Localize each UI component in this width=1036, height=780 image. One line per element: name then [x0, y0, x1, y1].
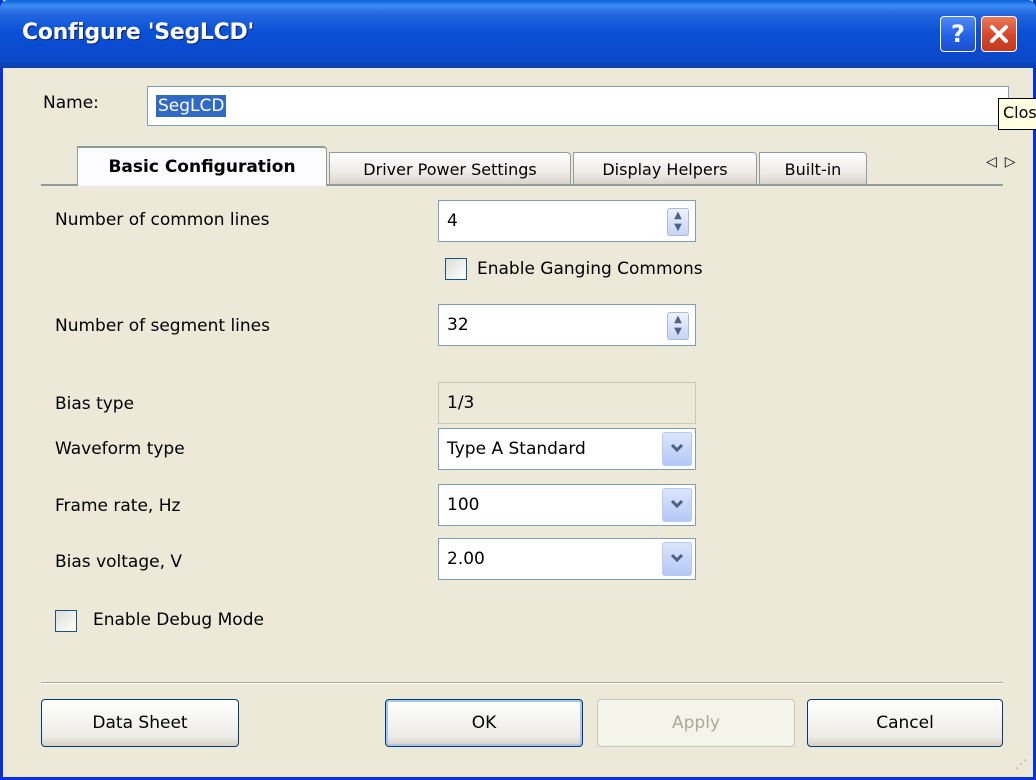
close-icon: [990, 25, 1008, 43]
name-input-value: SegLCD: [156, 95, 227, 117]
waveform-type-label: Waveform type: [55, 439, 185, 459]
waveform-type-value: Type A Standard: [447, 439, 586, 459]
chevron-down-icon[interactable]: [662, 542, 692, 576]
tab-driver-power-settings[interactable]: Driver Power Settings: [329, 152, 571, 186]
chevron-down-icon[interactable]: [662, 432, 692, 466]
tab-scroll-right-icon[interactable]: ▷: [1005, 154, 1024, 170]
name-input[interactable]: SegLCD: [147, 86, 1009, 126]
help-button[interactable]: ?: [940, 16, 976, 52]
apply-button[interactable]: Apply: [597, 699, 795, 747]
frame-rate-label: Frame rate, Hz: [55, 496, 181, 516]
spin-up-icon[interactable]: ▲: [668, 314, 688, 326]
footer-divider: [41, 682, 1003, 684]
chevron-down-icon[interactable]: [662, 488, 692, 522]
waveform-type-select[interactable]: Type A Standard: [438, 428, 696, 470]
debug-mode-label: Enable Debug Mode: [93, 610, 264, 630]
common-lines-value: 4: [447, 211, 458, 231]
segment-lines-spinner[interactable]: 32 ▲ ▼: [438, 304, 696, 346]
debug-mode-checkbox[interactable]: [55, 610, 77, 632]
common-lines-spinner[interactable]: 4 ▲ ▼: [438, 200, 696, 242]
tab-built-in[interactable]: Built-in: [759, 152, 867, 186]
bias-voltage-label: Bias voltage, V: [55, 552, 183, 572]
name-label: Name:: [43, 93, 99, 113]
ok-button[interactable]: OK: [385, 699, 583, 747]
frame-rate-value: 100: [447, 495, 480, 515]
spin-down-icon[interactable]: ▼: [668, 222, 688, 234]
bias-type-field: 1/3: [438, 382, 696, 424]
segment-lines-label: Number of segment lines: [55, 316, 270, 336]
close-button[interactable]: [981, 16, 1017, 52]
tab-strip: Basic Configuration Driver Power Setting…: [41, 146, 1016, 186]
window-title: Configure 'SegLCD': [22, 20, 254, 45]
ganging-commons-label: Enable Ganging Commons: [477, 259, 703, 279]
segment-lines-value: 32: [447, 315, 469, 335]
bias-voltage-select[interactable]: 2.00: [438, 538, 696, 580]
tab-basic-configuration[interactable]: Basic Configuration: [77, 146, 327, 186]
bias-type-label: Bias type: [55, 394, 135, 414]
help-icon: ?: [951, 20, 965, 48]
spin-up-icon[interactable]: ▲: [668, 210, 688, 222]
tab-display-helpers[interactable]: Display Helpers: [573, 152, 757, 186]
resize-grip-icon[interactable]: ⋰: [1015, 757, 1027, 771]
cancel-button[interactable]: Cancel: [807, 699, 1003, 747]
bias-type-value: 1/3: [447, 393, 475, 413]
ganging-commons-checkbox[interactable]: [445, 258, 467, 280]
data-sheet-button[interactable]: Data Sheet: [41, 699, 239, 747]
spin-down-icon[interactable]: ▼: [668, 326, 688, 338]
basic-configuration-panel: Number of common lines 4 ▲ ▼ Enable Gang…: [41, 186, 1003, 686]
close-tooltip: Close: [998, 98, 1036, 130]
common-lines-label: Number of common lines: [55, 210, 270, 230]
bias-voltage-value: 2.00: [447, 549, 485, 569]
title-bar[interactable]: Configure 'SegLCD' ?: [0, 0, 1036, 68]
dialog-window: Configure 'SegLCD' ? Name: SegLCD Close …: [0, 0, 1036, 780]
common-lines-spin-buttons[interactable]: ▲ ▼: [667, 208, 689, 236]
frame-rate-select[interactable]: 100: [438, 484, 696, 526]
segment-lines-spin-buttons[interactable]: ▲ ▼: [667, 312, 689, 340]
tab-scroll-buttons: ◁▷: [986, 154, 1024, 170]
tab-scroll-left-icon[interactable]: ◁: [986, 154, 1005, 170]
